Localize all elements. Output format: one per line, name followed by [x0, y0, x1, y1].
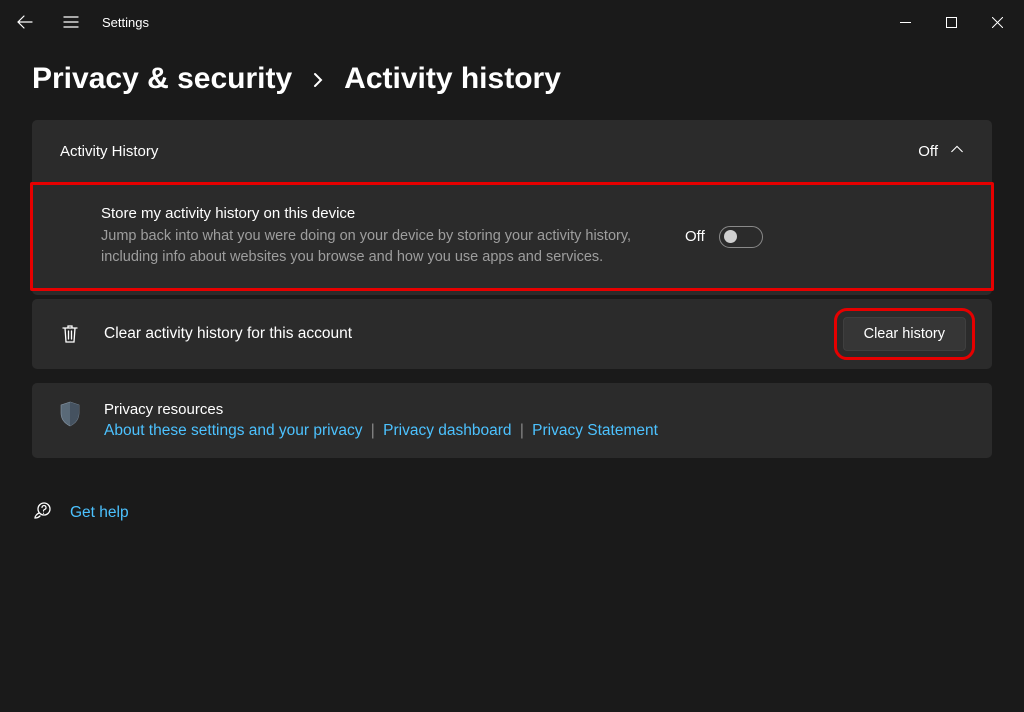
activity-history-panel: Activity History Off Store my activity h…	[32, 120, 992, 295]
title-bar: Settings	[0, 0, 1024, 44]
activity-history-expander[interactable]: Activity History Off	[32, 120, 992, 182]
back-button[interactable]	[4, 2, 46, 42]
toggle-label: Off	[685, 228, 705, 245]
setting-description: Jump back into what you were doing on yo…	[101, 226, 661, 268]
minimize-button[interactable]	[882, 6, 928, 38]
setting-title: Store my activity history on this device	[101, 205, 661, 222]
link-separator: |	[520, 422, 524, 439]
panel-title: Activity History	[60, 143, 158, 160]
breadcrumb-current: Activity history	[344, 62, 561, 96]
get-help-label: Get help	[70, 504, 129, 522]
minimize-icon	[900, 17, 911, 28]
clear-history-row: Clear activity history for this account …	[32, 299, 992, 369]
get-help-link[interactable]: Get help	[0, 500, 1024, 525]
store-activity-setting: Store my activity history on this device…	[30, 182, 994, 291]
page-header: Privacy & security Activity history	[0, 44, 1024, 120]
shield-icon	[56, 401, 84, 440]
help-icon	[32, 500, 52, 525]
trash-icon	[56, 323, 84, 345]
close-button[interactable]	[974, 6, 1020, 38]
arrow-left-icon	[17, 14, 33, 30]
link-separator: |	[371, 422, 375, 439]
menu-button[interactable]	[50, 2, 92, 42]
clear-history-label: Clear activity history for this account	[104, 325, 823, 343]
maximize-button[interactable]	[928, 6, 974, 38]
link-about-privacy[interactable]: About these settings and your privacy	[104, 422, 362, 439]
store-activity-toggle[interactable]	[719, 226, 763, 248]
hamburger-icon	[63, 14, 79, 30]
breadcrumb: Privacy & security Activity history	[32, 62, 992, 96]
panel-status: Off	[918, 143, 938, 160]
window-controls	[882, 6, 1020, 38]
clear-history-button[interactable]: Clear history	[843, 317, 966, 351]
link-privacy-dashboard[interactable]: Privacy dashboard	[383, 422, 511, 439]
resources-title: Privacy resources	[104, 401, 966, 418]
chevron-up-icon	[950, 142, 964, 160]
toggle-knob	[724, 230, 737, 243]
close-icon	[992, 17, 1003, 28]
maximize-icon	[946, 17, 957, 28]
link-privacy-statement[interactable]: Privacy Statement	[532, 422, 658, 439]
breadcrumb-parent[interactable]: Privacy & security	[32, 62, 292, 96]
app-title: Settings	[102, 15, 149, 30]
chevron-right-icon	[310, 62, 326, 96]
privacy-resources-panel: Privacy resources About these settings a…	[32, 383, 992, 458]
